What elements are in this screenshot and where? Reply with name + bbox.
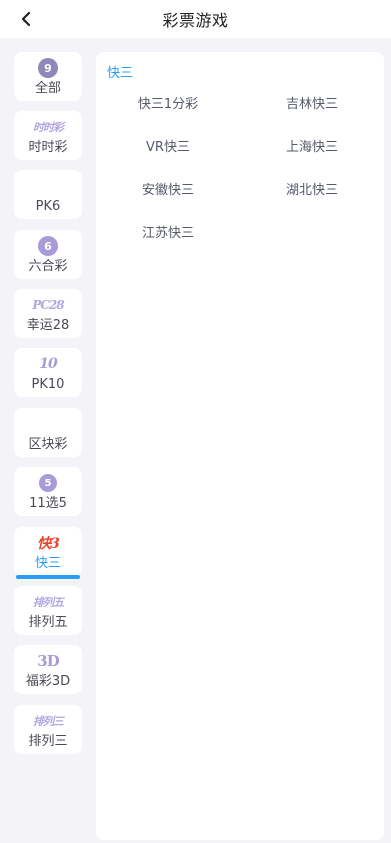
sidebar-item-label: 区块彩 bbox=[28, 437, 68, 452]
chevron-left-icon bbox=[21, 11, 31, 27]
pailie-logo-icon: 排列三 bbox=[33, 715, 64, 728]
3d-logo-icon: 3D bbox=[37, 652, 59, 670]
game-item[interactable]: 安徽快三 bbox=[96, 181, 240, 201]
game-item[interactable]: 上海快三 bbox=[240, 138, 384, 158]
sidebar-item-label: PK10 bbox=[31, 377, 65, 392]
sidebar-item-label: 排列五 bbox=[28, 615, 68, 630]
sidebar-item-pk10[interactable]: 10 PK10 bbox=[14, 348, 82, 397]
back-button[interactable] bbox=[14, 7, 38, 31]
sidebar-item-label: 快三 bbox=[34, 556, 61, 571]
ball-9-icon: 9 bbox=[38, 57, 58, 79]
game-item[interactable]: 快三1分彩 bbox=[96, 95, 240, 115]
sidebar-item-pailiewu[interactable]: 排列五 排列五 bbox=[14, 586, 82, 635]
sidebar-item-label: 时时彩 bbox=[28, 140, 68, 155]
pailie-logo-icon: 排列五 bbox=[33, 596, 64, 609]
game-item[interactable]: 吉林快三 bbox=[240, 95, 384, 115]
game-item[interactable]: 江苏快三 bbox=[96, 224, 240, 244]
sidebar-item-label: 全部 bbox=[34, 81, 61, 96]
sidebar-item-label: 六合彩 bbox=[28, 259, 68, 274]
top-bar: 彩票游戏 bbox=[0, 0, 391, 38]
sidebar-item-qukuaicai[interactable]: 区块彩 bbox=[14, 408, 82, 457]
category-sidebar: 9 全部 时时彩 时时彩 PK6 6 六合彩 PC28 幸运28 10 PK10… bbox=[0, 38, 96, 843]
sidebar-item-pailiesan[interactable]: 排列三 排列三 bbox=[14, 705, 82, 754]
sidebar-item-liuhecai[interactable]: 6 六合彩 bbox=[14, 230, 82, 279]
11x5-logo-icon: 5 bbox=[39, 472, 57, 494]
page-title: 彩票游戏 bbox=[162, 11, 229, 30]
sidebar-item-label: 福彩3D bbox=[25, 674, 71, 689]
kuaisan-logo-icon: 快3 bbox=[37, 536, 60, 552]
game-item[interactable]: VR快三 bbox=[96, 138, 240, 158]
pk10-logo-icon: 10 bbox=[39, 356, 58, 372]
sidebar-item-label: PK6 bbox=[35, 199, 61, 214]
sidebar-item-label: 排列三 bbox=[28, 734, 68, 749]
sidebar-item-all[interactable]: 9 全部 bbox=[14, 52, 82, 101]
panel-title: 快三 bbox=[107, 66, 134, 81]
game-list-panel: 快三 快三1分彩 吉林快三 VR快三 上海快三 安徽快三 湖北快三 江苏快三 bbox=[96, 52, 384, 840]
sidebar-item-11x5[interactable]: 5 11选5 bbox=[14, 467, 82, 516]
game-item[interactable]: 湖北快三 bbox=[240, 181, 384, 201]
pc28-logo-icon: PC28 bbox=[32, 298, 64, 312]
sidebar-item-xingyun28[interactable]: PC28 幸运28 bbox=[14, 289, 82, 338]
sidebar-item-label: 幸运28 bbox=[26, 318, 70, 333]
sidebar-item-kuaisan[interactable]: 快3 快三 bbox=[14, 527, 82, 579]
active-indicator bbox=[16, 575, 80, 579]
sidebar-item-fucai3d[interactable]: 3D 福彩3D bbox=[14, 645, 82, 694]
shishicai-logo-icon: 时时彩 bbox=[33, 121, 64, 134]
sidebar-item-pk6[interactable]: PK6 bbox=[14, 170, 82, 219]
sidebar-item-label: 11选5 bbox=[29, 496, 67, 511]
ball-6-icon: 6 bbox=[38, 235, 58, 257]
sidebar-item-shishicai[interactable]: 时时彩 时时彩 bbox=[14, 111, 82, 160]
